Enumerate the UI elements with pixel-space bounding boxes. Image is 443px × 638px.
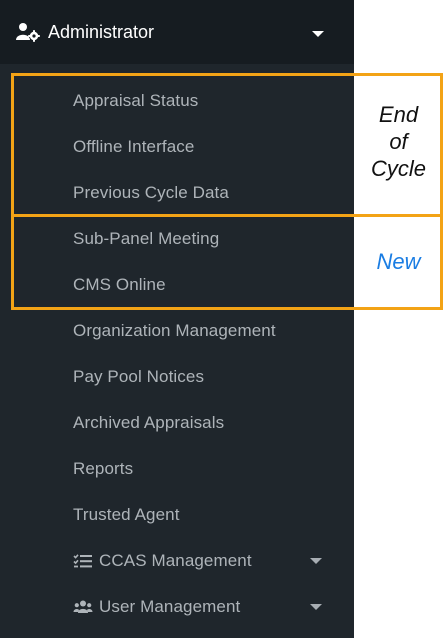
menu-item-label: User Management [99, 597, 241, 616]
menu-item-offline-interface[interactable]: Offline Interface [0, 124, 354, 170]
menu-item-label: Trusted Agent [73, 505, 180, 524]
admin-submenu: Appraisal Status Offline Interface Previ… [0, 78, 354, 630]
menu-item-label: Pay Pool Notices [73, 367, 205, 386]
menu-item-label: Archived Appraisals [73, 413, 225, 432]
new-annotation: New [376, 249, 421, 274]
menu-item-cms-online[interactable]: CMS Online [0, 262, 354, 308]
menu-item-label: Reports [73, 459, 134, 478]
menu-item-label: Previous Cycle Data [73, 183, 229, 202]
administrator-label: Administrator [48, 21, 155, 42]
checklist-icon [73, 553, 95, 569]
administrator-menu-header[interactable]: Administrator [0, 0, 354, 64]
menu-item-previous-cycle-data[interactable]: Previous Cycle Data [0, 170, 354, 216]
menu-item-label: Offline Interface [73, 137, 195, 156]
menu-item-label: CMS Online [73, 275, 166, 294]
screenshot-canvas: Administrator Appraisal Status Offline I… [0, 0, 443, 638]
menu-item-label: CCAS Management [99, 551, 252, 570]
end-of-cycle-annotation: End of Cycle [354, 101, 443, 182]
menu-item-label: Appraisal Status [73, 91, 199, 110]
menu-item-label: Sub-Panel Meeting [73, 229, 220, 248]
users-icon [73, 599, 95, 615]
menu-item-pay-pool-notices[interactable]: Pay Pool Notices [0, 354, 354, 400]
chevron-down-icon[interactable] [312, 31, 324, 37]
user-cog-icon [15, 22, 45, 42]
menu-item-trusted-agent[interactable]: Trusted Agent [0, 492, 354, 538]
menu-item-reports[interactable]: Reports [0, 446, 354, 492]
chevron-down-icon[interactable] [310, 558, 322, 564]
menu-item-label: Organization Management [73, 321, 276, 340]
annotation-line: of [389, 129, 408, 154]
menu-item-organization-management[interactable]: Organization Management [0, 308, 354, 354]
menu-item-ccas-management[interactable]: CCAS Management [0, 538, 354, 584]
sidebar: Administrator Appraisal Status Offline I… [0, 0, 354, 638]
menu-item-appraisal-status[interactable]: Appraisal Status [0, 78, 354, 124]
chevron-down-icon[interactable] [310, 604, 322, 610]
menu-item-archived-appraisals[interactable]: Archived Appraisals [0, 400, 354, 446]
menu-item-sub-panel-meeting[interactable]: Sub-Panel Meeting [0, 216, 354, 262]
annotation-line: Cycle [370, 156, 426, 181]
annotation-line: End [378, 102, 419, 127]
menu-item-user-management[interactable]: User Management [0, 584, 354, 630]
